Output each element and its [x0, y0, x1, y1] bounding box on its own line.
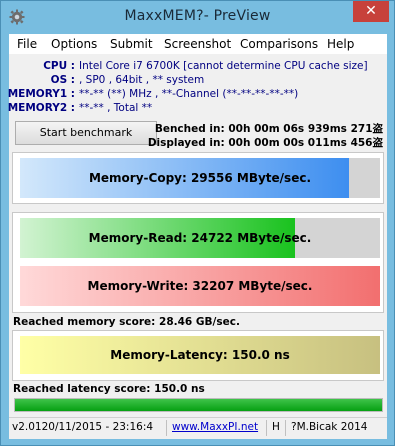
menu-submit[interactable]: Submit	[110, 37, 153, 51]
benchmark-progress-fill	[15, 399, 382, 411]
menu-file[interactable]: File	[17, 37, 37, 51]
copy-panel: Memory-Copy: 29556 MByte/sec.	[12, 152, 384, 204]
menu-comparisons[interactable]: Comparisons	[240, 37, 318, 51]
memory-score: Reached memory score: 28.46 GB/sec.	[13, 316, 240, 328]
status-divider	[166, 420, 167, 436]
status-bar: v2.0120/11/2015 - 23:16:4 www.MaxxPI.net…	[9, 417, 387, 437]
status-divider	[285, 420, 286, 436]
latency-bar: Memory-Latency: 150.0 ns	[20, 336, 380, 374]
write-result-label: Memory-Write: 32207 MByte/sec.	[87, 279, 313, 293]
latency-panel: Memory-Latency: 150.0 ns	[12, 330, 384, 381]
copy-bar: Memory-Copy: 29556 MByte/sec.	[20, 158, 380, 198]
os-label: OS :	[50, 74, 75, 86]
copy-result-label: Memory-Copy: 29556 MByte/sec.	[88, 171, 312, 185]
author-text: ?M.Bicak 2014	[291, 421, 368, 433]
memory2-label: MEMORY2 :	[7, 102, 75, 114]
displayed-time: Displayed in: 00h 00m 00s 011ms 456盗	[147, 137, 383, 149]
write-bar: Memory-Write: 32207 MByte/sec.	[20, 266, 380, 306]
website-link[interactable]: www.MaxxPI.net	[172, 421, 258, 433]
read-write-panel: Memory-Read: 24722 MByte/sec. Memory-Wri…	[12, 212, 384, 313]
title-bar[interactable]: MaxxMEM?- PreView ✕	[1, 1, 394, 32]
menu-options[interactable]: Options	[51, 37, 97, 51]
memory1-label: MEMORY1 :	[7, 88, 75, 100]
close-button[interactable]: ✕	[353, 1, 389, 22]
menu-screenshot[interactable]: Screenshot	[164, 37, 231, 51]
memory2-value: **-** , Total **	[79, 102, 153, 114]
app-window: MaxxMEM?- PreView ✕ File Options Submit …	[0, 0, 395, 446]
read-bar: Memory-Read: 24722 MByte/sec.	[20, 218, 380, 258]
close-icon: ✕	[365, 3, 377, 19]
os-row: OS : , SP0 , 64bit , ** system	[9, 74, 387, 87]
memory2-row: MEMORY2 : **-** , Total **	[7, 102, 387, 115]
benched-time: Benched in: 00h 00m 06s 939ms 271盗	[154, 123, 383, 135]
status-divider	[266, 420, 267, 436]
cpu-value: Intel Core i7 6700K [cannot determine CP…	[79, 60, 368, 72]
menu-help[interactable]: Help	[327, 37, 354, 51]
start-benchmark-button[interactable]: Start benchmark	[15, 121, 157, 145]
window-title: MaxxMEM?- PreView	[124, 8, 271, 24]
hotkey-text: H	[272, 421, 280, 433]
version-text: v2.0120/11/2015 - 23:16:4	[12, 421, 154, 433]
memory1-value: **-** (**) MHz , **-Channel (**-**-**-**…	[79, 88, 299, 100]
cpu-label: CPU :	[43, 60, 75, 72]
main-panel: CPU : Intel Core i7 6700K [cannot determ…	[7, 54, 387, 439]
menu-bar: File Options Submit Screenshot Compariso…	[9, 34, 387, 54]
latency-result-label: Memory-Latency: 150.0 ns	[110, 348, 290, 362]
os-value: , SP0 , 64bit , ** system	[79, 74, 205, 86]
memory1-row: MEMORY1 : **-** (**) MHz , **-Channel (*…	[7, 88, 387, 101]
read-result-label: Memory-Read: 24722 MByte/sec.	[88, 231, 312, 245]
benchmark-progress	[14, 398, 383, 412]
latency-score: Reached latency score: 150.0 ns	[13, 383, 205, 395]
cpu-row: CPU : Intel Core i7 6700K [cannot determ…	[9, 60, 387, 73]
